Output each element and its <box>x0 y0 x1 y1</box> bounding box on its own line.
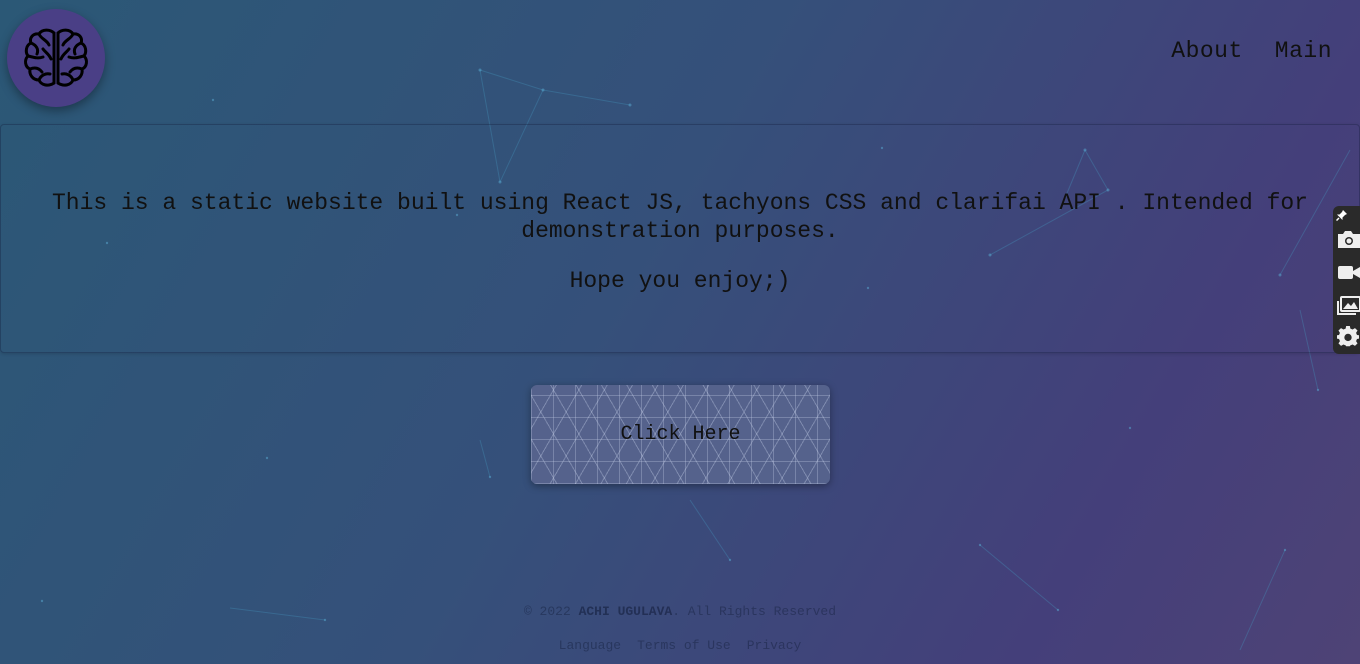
copyright-author: ACHI UGULAVA <box>578 604 673 619</box>
gallery-icon[interactable] <box>1336 294 1360 316</box>
footer: © 2022 ACHI UGULAVA. All Rights Reserved… <box>0 604 1360 653</box>
pin-icon[interactable] <box>1336 208 1360 222</box>
copyright-suffix: . All Rights Reserved <box>672 604 837 619</box>
footer-links: Language Terms of Use Privacy <box>0 638 1360 653</box>
copyright-prefix: © 2022 <box>523 604 571 619</box>
intro-greeting: Hope you enjoy;) <box>569 268 791 294</box>
top-nav: About Main <box>1171 38 1332 64</box>
footer-link-privacy[interactable]: Privacy <box>747 638 802 653</box>
capture-toolbar <box>1333 206 1360 354</box>
nav-main[interactable]: Main <box>1275 38 1332 64</box>
brain-icon <box>24 28 88 87</box>
video-icon[interactable] <box>1336 261 1360 283</box>
click-here-button[interactable]: Click Here <box>531 385 830 484</box>
logo[interactable] <box>7 9 105 107</box>
intro-panel: This is a static website built using Rea… <box>0 124 1360 353</box>
intro-description: This is a static website built using Rea… <box>51 190 1308 244</box>
footer-link-language[interactable]: Language <box>559 638 621 653</box>
camera-icon[interactable] <box>1336 228 1360 250</box>
nav-about[interactable]: About <box>1171 38 1243 64</box>
footer-copyright: © 2022 ACHI UGULAVA. All Rights Reserved <box>0 604 1360 619</box>
footer-link-terms[interactable]: Terms of Use <box>637 638 731 653</box>
gear-icon[interactable] <box>1336 326 1360 348</box>
